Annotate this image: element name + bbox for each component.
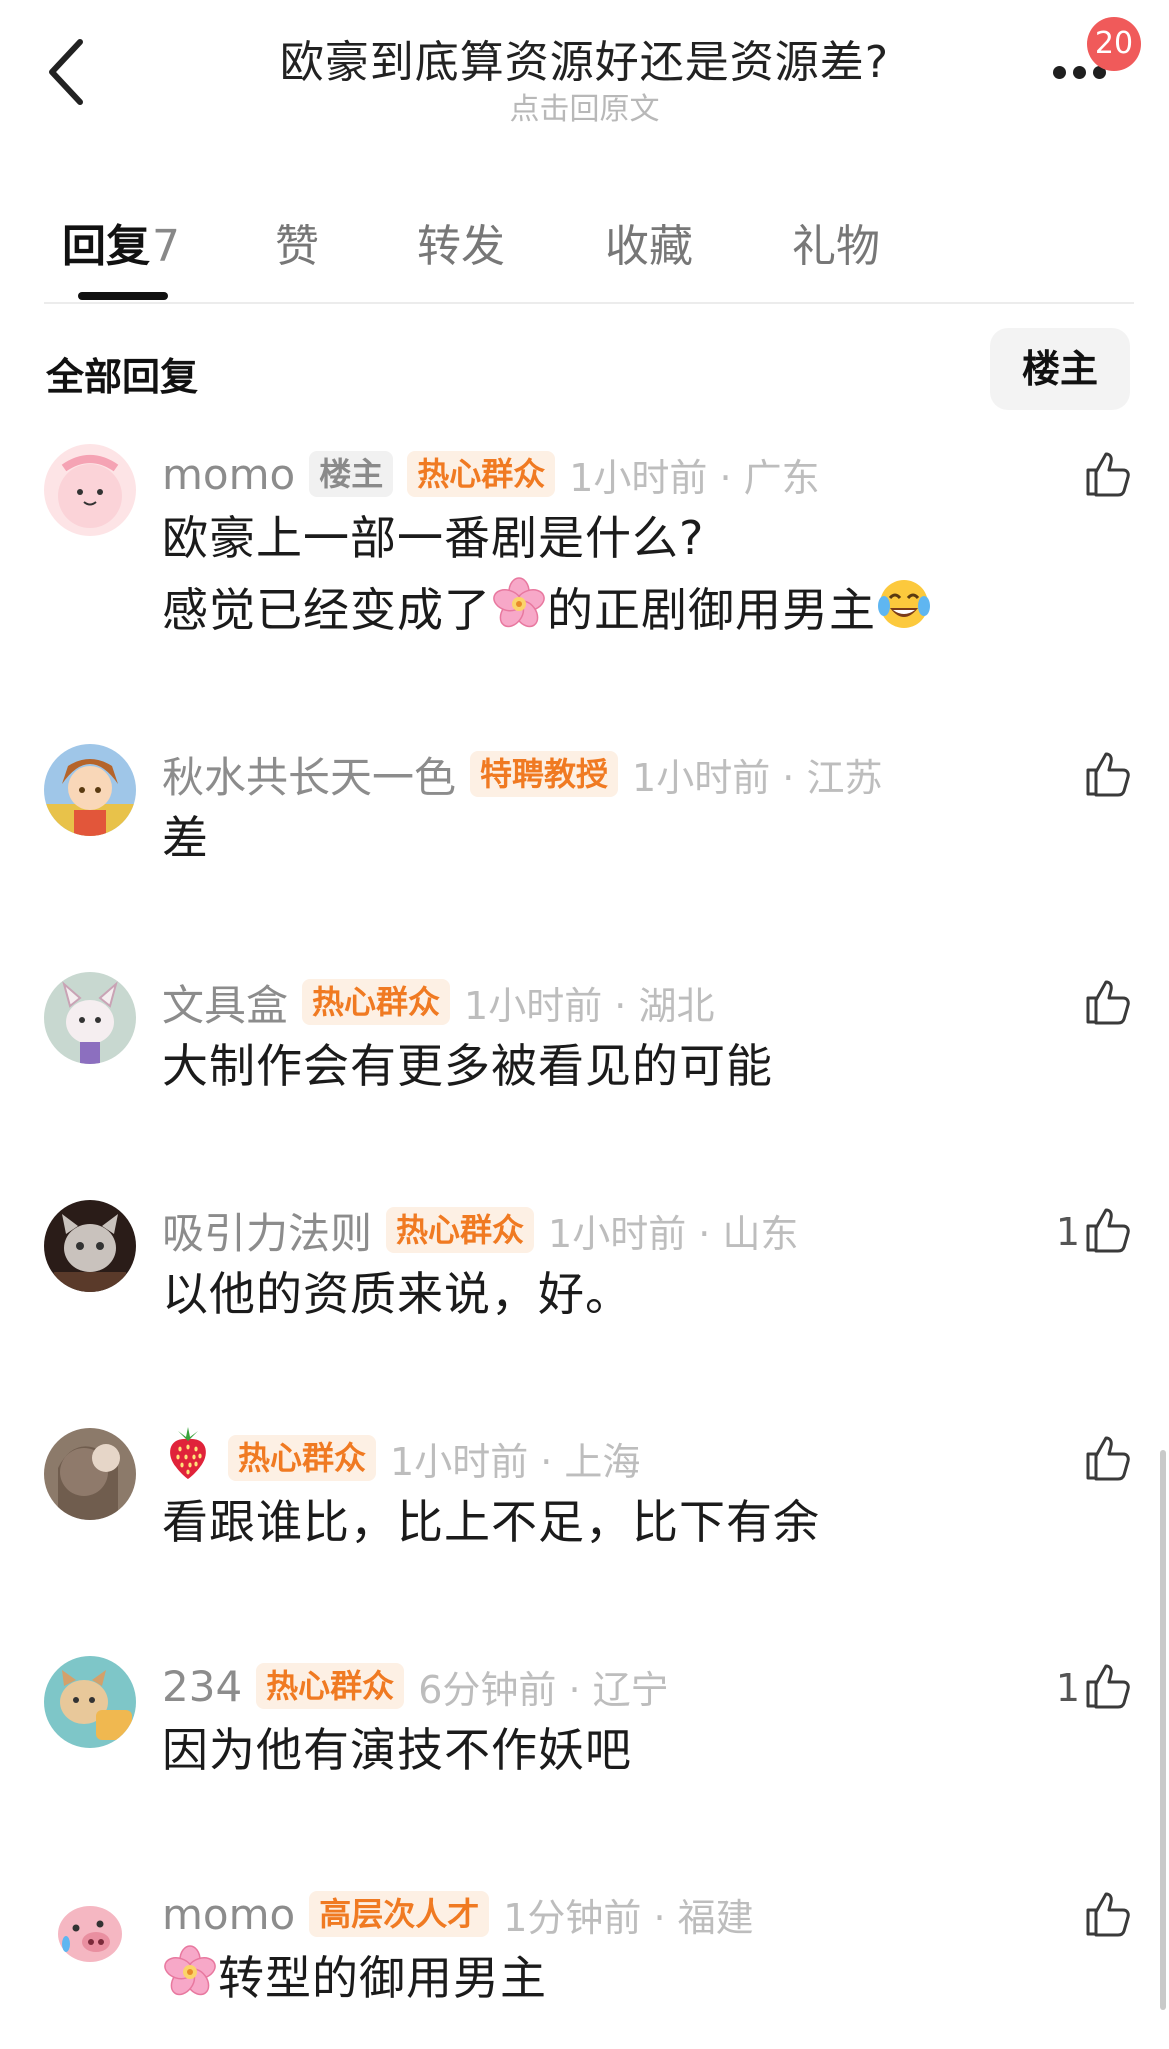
comment-meta: 热心群众 1小时前 · 上海 xyxy=(162,1425,641,1491)
owner-badge: 楼主 xyxy=(309,451,394,497)
tab-reposts[interactable]: 转发 xyxy=(417,210,505,274)
avatar[interactable] xyxy=(44,1200,136,1292)
comment-line: 以他的资质来说，好。 xyxy=(162,1267,632,1321)
thumbs-up-icon xyxy=(1084,750,1132,802)
thumbs-up-icon xyxy=(1084,1890,1132,1942)
tab-replies[interactable]: 回复7 xyxy=(62,210,180,274)
comment-text: 转型的御用男主 xyxy=(162,1942,547,2020)
comment-item[interactable]: 热心群众 1小时前 · 上海看跟谁比，比上不足，比下有余 xyxy=(0,1425,1150,1570)
username[interactable]: 吸引力法则 xyxy=(162,1200,372,1261)
username[interactable]: momo xyxy=(162,450,295,499)
cherry-blossom-emoji xyxy=(162,1944,218,2020)
like-button[interactable] xyxy=(1084,976,1132,1032)
notification-badge: 20 xyxy=(1087,17,1141,71)
tab-gifts[interactable]: 礼物 xyxy=(792,210,880,274)
comment-meta: 234 热心群众 6分钟前 · 辽宁 xyxy=(162,1656,669,1716)
strawberry-emoji xyxy=(162,1425,214,1491)
comment-item[interactable]: momo 高层次人才 1分钟前 · 福建 转型的御用男主 xyxy=(0,1884,1150,2026)
avatar[interactable] xyxy=(44,972,136,1064)
avatar[interactable] xyxy=(44,744,136,836)
comment-item[interactable]: 文具盒 热心群众 1小时前 · 湖北大制作会有更多被看见的可能 xyxy=(0,972,1150,1114)
comment-item[interactable]: 秋水共长天一色 特聘教授 1小时前 · 江苏差 xyxy=(0,744,1150,886)
comment-line: 差 xyxy=(162,811,209,865)
user-title-badge: 热心群众 xyxy=(386,1207,535,1253)
comment-meta: 秋水共长天一色 特聘教授 1小时前 · 江苏 xyxy=(162,744,882,804)
timestamp-location: 1小时前 · 上海 xyxy=(390,1439,641,1484)
comment-line: 转型的御用男主 xyxy=(162,1942,547,2020)
thumbs-up-icon xyxy=(1084,978,1132,1030)
comment-line: 因为他有演技不作妖吧 xyxy=(162,1723,632,1777)
timestamp-location: 6分钟前 · 辽宁 xyxy=(418,1667,669,1712)
divider xyxy=(44,302,1134,304)
thumbs-up-icon xyxy=(1084,1206,1132,1258)
owner-only-filter-button[interactable]: 楼主 xyxy=(990,328,1130,410)
top-bar: 欧豪到底算资源好还是资源差? 点击回原文 20 xyxy=(0,0,1169,130)
username[interactable]: momo xyxy=(162,1890,295,1939)
comment-line: 大制作会有更多被看见的可能 xyxy=(162,1039,773,1093)
comment-text: 以他的资质来说，好。 xyxy=(162,1258,632,1330)
comment-meta: momo 楼主 热心群众 1小时前 · 广东 xyxy=(162,444,820,504)
comment-meta: 吸引力法则 热心群众 1小时前 · 山东 xyxy=(162,1200,798,1260)
comment-text: 大制作会有更多被看见的可能 xyxy=(162,1030,773,1102)
like-button[interactable] xyxy=(1084,1888,1132,1944)
post-title[interactable]: 欧豪到底算资源好还是资源差? xyxy=(0,26,1169,90)
tab-replies-count: 7 xyxy=(152,221,180,272)
comment-line: 感觉已经变成了 的正剧御用男主 xyxy=(162,574,932,652)
avatar[interactable] xyxy=(44,1884,136,1976)
like-count: 1 xyxy=(1055,1666,1080,1710)
tab-replies-label: 回复 xyxy=(62,221,150,272)
timestamp-location: 1小时前 · 湖北 xyxy=(464,983,715,1028)
comment-item[interactable]: 吸引力法则 热心群众 1小时前 · 山东以他的资质来说，好。 1 xyxy=(0,1200,1150,1342)
comment-text: 差 xyxy=(162,802,209,874)
like-count: 1 xyxy=(1055,1210,1080,1254)
user-title-badge: 热心群众 xyxy=(228,1435,377,1481)
laughing-tears-emoji xyxy=(876,576,932,652)
tab-favorites[interactable]: 收藏 xyxy=(605,210,693,274)
avatar[interactable] xyxy=(44,1656,136,1748)
timestamp-location: 1小时前 · 广东 xyxy=(569,455,820,500)
username[interactable]: 秋水共长天一色 xyxy=(162,744,456,805)
comment-line: 欧豪上一部一番剧是什么? xyxy=(162,511,705,565)
like-button[interactable] xyxy=(1084,448,1132,504)
username[interactable]: 234 xyxy=(162,1662,242,1711)
username[interactable]: 文具盒 xyxy=(162,972,288,1033)
comment-line: 看跟谁比，比上不足，比下有余 xyxy=(162,1495,820,1549)
thumbs-up-icon xyxy=(1084,1662,1132,1714)
comment-meta: 文具盒 热心群众 1小时前 · 湖北 xyxy=(162,972,714,1032)
comment-item[interactable]: momo 楼主 热心群众 1小时前 · 广东欧豪上一部一番剧是什么? 感觉已经变成了 的正… xyxy=(0,444,1150,658)
tab-bar: 回复7 赞 转发 收藏 礼物 xyxy=(0,200,1169,304)
cherry-blossom-emoji xyxy=(491,576,547,652)
comment-text: 因为他有演技不作妖吧 xyxy=(162,1714,632,1786)
tab-likes[interactable]: 赞 xyxy=(275,210,319,274)
thumbs-up-icon xyxy=(1084,450,1132,502)
user-title-badge: 特聘教授 xyxy=(470,751,619,797)
back-to-original-link[interactable]: 点击回原文 xyxy=(0,84,1169,128)
user-title-badge: 热心群众 xyxy=(302,979,451,1025)
thumbs-up-icon xyxy=(1084,1434,1132,1486)
comment-text: 看跟谁比，比上不足，比下有余 xyxy=(162,1486,820,1558)
all-replies-heading: 全部回复 xyxy=(46,355,199,399)
avatar[interactable] xyxy=(44,444,136,536)
comment-text: 欧豪上一部一番剧是什么? 感觉已经变成了 的正剧御用男主 xyxy=(162,502,932,652)
like-button[interactable] xyxy=(1084,748,1132,804)
username[interactable] xyxy=(162,1425,214,1491)
avatar[interactable] xyxy=(44,1428,136,1520)
scrollbar[interactable] xyxy=(1160,1450,1166,2010)
timestamp-location: 1小时前 · 江苏 xyxy=(632,755,883,800)
comment-item[interactable]: 234 热心群众 6分钟前 · 辽宁因为他有演技不作妖吧 1 xyxy=(0,1656,1150,1798)
active-tab-indicator xyxy=(78,292,168,300)
user-title-badge: 高层次人才 xyxy=(309,1891,490,1937)
user-title-badge: 热心群众 xyxy=(407,451,556,497)
like-button[interactable] xyxy=(1084,1432,1132,1488)
timestamp-location: 1小时前 · 山东 xyxy=(548,1211,799,1256)
comment-meta: momo 高层次人才 1分钟前 · 福建 xyxy=(162,1884,754,1944)
like-button[interactable]: 1 xyxy=(1056,1660,1132,1716)
timestamp-location: 1分钟前 · 福建 xyxy=(503,1895,754,1940)
user-title-badge: 热心群众 xyxy=(256,1663,405,1709)
like-button[interactable]: 1 xyxy=(1056,1204,1132,1260)
